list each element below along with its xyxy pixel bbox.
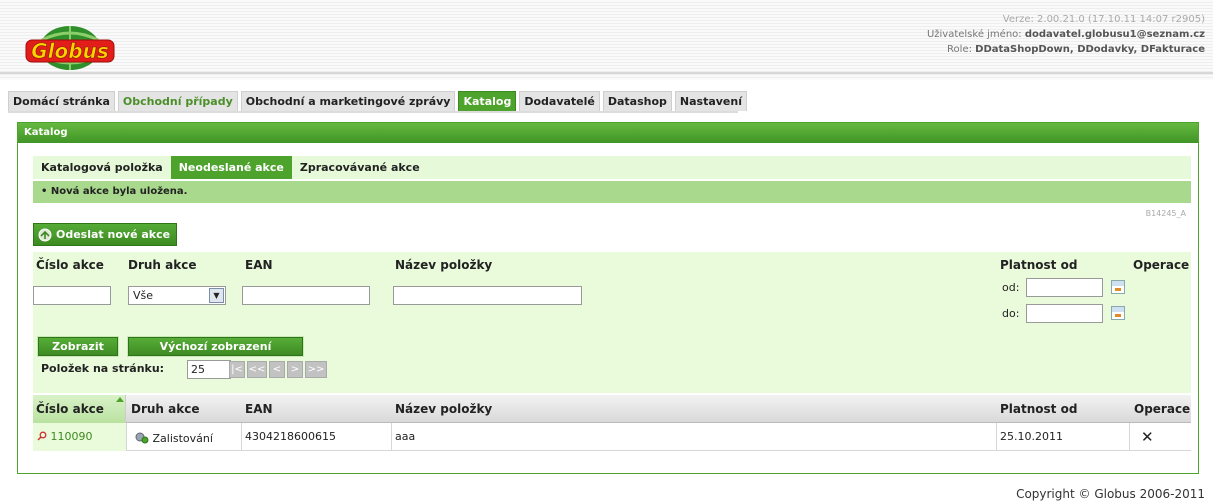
delete-icon[interactable]: ✕ bbox=[1141, 428, 1154, 446]
filter-label-platnost-od: Platnost od bbox=[1000, 258, 1078, 272]
filter-area: Číslo akce Druh akce EAN Název položky P… bbox=[33, 252, 1191, 393]
subtab-zpracovavane-akce[interactable]: Zpracovávané akce bbox=[292, 156, 428, 179]
role-value: DDataShopDown, DDodavky, DFakturace bbox=[975, 44, 1205, 55]
col-header-operace: Operace bbox=[1134, 402, 1191, 416]
sub-tabs: Katalogová položka Neodeslané akce Zprac… bbox=[33, 156, 1191, 179]
username-label: Uživatelské jméno: bbox=[926, 29, 1022, 40]
druh-akce-value: Vše bbox=[133, 289, 154, 302]
catalog-panel: Katalog Katalogová položka Neodeslané ak… bbox=[17, 122, 1199, 474]
header-divider bbox=[0, 72, 1213, 74]
cislo-akce-link[interactable]: 110090 bbox=[51, 430, 93, 443]
success-message: • Nová akce byla uložena. bbox=[33, 181, 1191, 203]
cell-divider bbox=[126, 423, 127, 451]
main-nav: Domácí stránka Obchodní případy Obchodní… bbox=[8, 91, 747, 111]
col-header-platnost-od[interactable]: Platnost od bbox=[1000, 402, 1077, 416]
pager-next-button[interactable]: > bbox=[287, 361, 303, 378]
nazev-polozky-input[interactable] bbox=[393, 286, 582, 305]
nazev-cell: aaa bbox=[395, 430, 416, 443]
chevron-down-icon[interactable]: ▼ bbox=[209, 288, 224, 303]
filter-label-nazev-polozky: Název položky bbox=[395, 258, 493, 272]
per-page-input[interactable]: 25 bbox=[187, 360, 231, 379]
header: Globus Verze: 2.00.21.0 (17.10.11 14:07 … bbox=[0, 0, 1213, 80]
version-text: Verze: 2.00.21.0 (17.10.11 14:07 r2905) bbox=[1002, 14, 1205, 25]
cell-divider bbox=[241, 423, 242, 451]
col-header-ean[interactable]: EAN bbox=[245, 402, 273, 416]
pager-prev-page-button[interactable]: << bbox=[247, 361, 267, 378]
sort-asc-icon bbox=[116, 397, 124, 402]
druh-akce-value: Zalistování bbox=[152, 432, 213, 445]
table-row: 110090 Zalistování 4304218600615 aaa 25.… bbox=[33, 423, 1191, 451]
gears-icon bbox=[135, 432, 149, 444]
tab-nastaveni[interactable]: Nastavení bbox=[674, 91, 747, 111]
subtab-neodeslane-akce[interactable]: Neodeslané akce bbox=[170, 156, 292, 179]
ean-input[interactable] bbox=[242, 286, 370, 305]
username-value: dodavatel.globusu1@seznam.cz bbox=[1024, 29, 1205, 40]
cell-divider bbox=[1129, 423, 1130, 451]
filter-label-ean: EAN bbox=[245, 258, 273, 272]
pager-prev-button[interactable]: < bbox=[269, 361, 285, 378]
pager-first-button[interactable]: |< bbox=[229, 361, 245, 378]
vychozi-zobrazeni-button[interactable]: Výchozí zobrazení bbox=[127, 336, 304, 357]
tab-domaci-stranka[interactable]: Domácí stránka bbox=[8, 91, 115, 111]
cell-divider bbox=[391, 423, 392, 451]
filter-label-druh-akce: Druh akce bbox=[128, 258, 197, 272]
calendar-icon[interactable] bbox=[1111, 306, 1125, 320]
filter-label-cislo-akce: Číslo akce bbox=[36, 258, 104, 272]
role-line: Role: DDataShopDown, DDodavky, DFakturac… bbox=[927, 42, 1205, 57]
nav-divider bbox=[8, 111, 738, 113]
role-label: Role: bbox=[947, 44, 972, 55]
druh-akce-select[interactable]: Vše ▼ bbox=[128, 286, 226, 305]
cislo-akce-cell[interactable]: 110090 bbox=[37, 430, 93, 443]
cislo-akce-input[interactable] bbox=[33, 286, 111, 305]
per-page-label: Položek na stránku: bbox=[41, 362, 165, 375]
col-header-cislo-akce[interactable]: Číslo akce bbox=[36, 402, 104, 416]
subtab-katalogova-polozka[interactable]: Katalogová položka bbox=[33, 156, 171, 179]
tab-obchodni-pripady[interactable]: Obchodní případy bbox=[117, 91, 238, 111]
platnost-do-input[interactable] bbox=[1026, 304, 1103, 323]
logo-text: Globus bbox=[31, 39, 109, 63]
tab-katalog[interactable]: Katalog bbox=[458, 91, 517, 111]
magnifier-icon bbox=[37, 431, 47, 441]
copyright: Copyright © Globus 2006-2011 bbox=[1016, 487, 1205, 501]
druh-akce-cell: Zalistování bbox=[135, 432, 213, 445]
results-table-header: Číslo akce Druh akce EAN Název položky P… bbox=[33, 395, 1191, 423]
zobrazit-button[interactable]: Zobrazit bbox=[37, 336, 119, 357]
page-code: B14245_A bbox=[1145, 209, 1186, 218]
platnost-od-input[interactable] bbox=[1026, 278, 1103, 297]
username-line: Uživatelské jméno: dodavatel.globusu1@se… bbox=[927, 27, 1205, 42]
do-label: do: bbox=[1002, 307, 1020, 320]
version-info: Verze: 2.00.21.0 (17.10.11 14:07 r2905) … bbox=[927, 12, 1205, 57]
cell-divider bbox=[996, 423, 997, 451]
platnost-cell: 25.10.2011 bbox=[1000, 430, 1063, 443]
send-icon bbox=[38, 228, 52, 241]
od-label: od: bbox=[1002, 281, 1020, 294]
panel-title: Katalog bbox=[18, 123, 1198, 143]
filter-label-operace: Operace bbox=[1133, 258, 1190, 272]
send-button-label: Odeslat nové akce bbox=[56, 228, 171, 241]
calendar-icon[interactable] bbox=[1111, 280, 1125, 294]
col-header-nazev-polozky[interactable]: Název položky bbox=[395, 402, 492, 416]
ean-cell: 4304218600615 bbox=[245, 430, 336, 443]
tab-dodavatele[interactable]: Dodavatelé bbox=[519, 91, 600, 111]
col-header-druh-akce[interactable]: Druh akce bbox=[131, 402, 199, 416]
pager-last-button[interactable]: >> bbox=[305, 361, 327, 378]
globus-logo[interactable]: Globus bbox=[24, 20, 116, 72]
tab-datashop[interactable]: Datashop bbox=[602, 91, 672, 111]
tab-obchodni-a-marketingove-zpravy[interactable]: Obchodní a marketingové zprávy bbox=[240, 91, 456, 111]
send-new-actions-button[interactable]: Odeslat nové akce bbox=[33, 223, 178, 246]
